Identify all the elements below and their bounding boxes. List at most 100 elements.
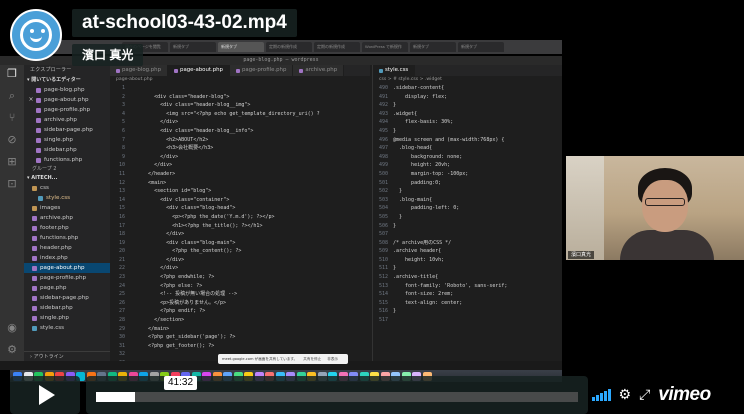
code-text: .blog-main{	[393, 196, 433, 203]
file-item[interactable]: archive.php	[24, 115, 110, 125]
code-text: </header>	[130, 170, 176, 177]
progress-bar[interactable]	[96, 392, 578, 402]
line-number: 504	[378, 205, 388, 212]
code-text: .archive header{	[393, 248, 442, 255]
code-line: 506}	[373, 222, 562, 231]
code-text: <h2>ABOUT</h2>	[130, 136, 209, 143]
file-item[interactable]: single.php	[24, 313, 110, 323]
file-item[interactable]: single.php	[24, 135, 110, 145]
file-item[interactable]: style.css	[24, 323, 110, 333]
code-line: 6 <div class="header-blog__info">	[110, 127, 370, 136]
file-item[interactable]: images	[24, 203, 110, 213]
file-item[interactable]: page-profile.php	[24, 273, 110, 283]
source-control-icon[interactable]: ⑂	[5, 111, 19, 125]
file-icon	[32, 315, 37, 321]
file-item[interactable]: css	[24, 183, 110, 193]
debug-icon[interactable]: ⊘	[5, 133, 19, 147]
gear-icon[interactable]: ⚙	[619, 388, 632, 402]
line-number: 493	[378, 110, 388, 117]
code-line: 503 .blog-main{	[373, 196, 562, 205]
play-button[interactable]	[10, 376, 80, 414]
file-item[interactable]: archive.php	[24, 213, 110, 223]
notification-text: meet.google.com が画面を共有しています。	[222, 357, 298, 361]
stop-sharing-button[interactable]: 共有を停止	[303, 354, 321, 364]
line-number: 515	[378, 299, 388, 306]
file-icon	[32, 245, 37, 251]
file-item[interactable]: style.css	[24, 193, 110, 203]
avatar[interactable]	[10, 9, 62, 61]
file-item[interactable]: page-profile.php	[24, 105, 110, 115]
play-icon	[39, 385, 55, 405]
code-text: <!-- 投稿が無い場合の処理 -->	[130, 291, 238, 298]
file-icon	[32, 285, 37, 291]
video-title[interactable]: at-school03-43-02.mp4	[72, 9, 297, 37]
fullscreen-icon[interactable]: ⤢	[639, 388, 650, 402]
code-line: 9 </div>	[110, 153, 370, 162]
video-owner[interactable]: 濱口 真光	[72, 44, 144, 66]
line-number: 510	[378, 256, 388, 263]
code-area[interactable]: 12 <div class="header-blog"> 3 <div class…	[110, 84, 370, 361]
line-number: 24	[118, 282, 125, 289]
account-icon[interactable]: ◉	[5, 321, 19, 335]
code-line: 11 </header>	[110, 170, 370, 179]
file-name: page-profile.php	[40, 275, 87, 281]
line-number: 21	[118, 256, 125, 263]
file-name: index.php	[40, 255, 68, 261]
file-name: single.php	[44, 137, 73, 143]
gear-icon[interactable]: ⚙	[5, 343, 19, 357]
workspace-header[interactable]: ▾ AITECH...	[24, 174, 110, 183]
line-number: 513	[378, 282, 388, 289]
code-text: </div>	[130, 265, 179, 272]
line-number: 18	[118, 231, 125, 238]
code-line: 491 display: flex;	[373, 93, 562, 102]
code-line: 7 <h2>ABOUT</h2>	[110, 136, 370, 145]
line-number: 31	[118, 342, 125, 349]
file-item[interactable]: functions.php	[24, 155, 110, 165]
file-item[interactable]: × page-about.php	[24, 95, 110, 105]
code-area[interactable]: 490 .sidebar-content{491 display: flex; 49…	[373, 84, 562, 325]
file-item[interactable]: functions.php	[24, 233, 110, 243]
line-number: 28	[118, 317, 125, 324]
code-line: 514 font-size: 2rem;	[373, 290, 562, 299]
code-text: <?php get_footer(); ?>	[130, 342, 215, 349]
vimeo-logo[interactable]: vimeo	[658, 384, 711, 406]
file-item[interactable]: page-about.php	[24, 263, 110, 273]
file-item[interactable]: sidebar.php	[24, 145, 110, 155]
file-item[interactable]: footer.php	[24, 223, 110, 233]
remote-icon[interactable]: ⊡	[5, 177, 19, 191]
code-text: <h1><?php the_title(); ?></h1>	[130, 222, 263, 229]
code-text: <main>	[130, 179, 167, 186]
file-item[interactable]: index.php	[24, 253, 110, 263]
file-item[interactable]: page.php	[24, 283, 110, 293]
file-icon	[32, 305, 37, 311]
search-icon[interactable]: ⌕	[5, 89, 19, 103]
line-number: 516	[378, 308, 388, 315]
line-number: 23	[118, 274, 125, 281]
file-name: page.php	[40, 285, 67, 291]
line-number: 498	[378, 153, 388, 160]
close-icon[interactable]: ×	[28, 95, 34, 105]
line-number: 8	[121, 145, 125, 152]
file-item[interactable]: header.php	[24, 243, 110, 253]
line-number: 499	[378, 162, 388, 169]
code-line: 26 <p>投稿がありません。</p>	[110, 299, 370, 308]
line-number: 16	[118, 213, 125, 220]
hide-button[interactable]: 非表示	[327, 354, 338, 364]
file-item[interactable]: sidebar.php	[24, 303, 110, 313]
extensions-icon[interactable]: ⊞	[5, 155, 19, 169]
outline-section[interactable]: › アウトライン	[24, 351, 110, 361]
code-line: 505 }	[373, 213, 562, 222]
code-text: .sidebar-content{	[393, 85, 445, 91]
code-text: <section id="blog">	[130, 188, 212, 195]
file-item[interactable]: page-blog.php	[24, 85, 110, 95]
code-text: <p>投稿がありません。</p>	[130, 299, 227, 306]
line-number: 11	[118, 170, 125, 177]
webcam-person-body	[620, 230, 714, 260]
file-item[interactable]: sidebar-page.php	[24, 293, 110, 303]
file-item[interactable]: sidebar-page.php	[24, 125, 110, 135]
code-text: <?php get_sidebar('page'); ?>	[130, 334, 236, 341]
volume-icon[interactable]	[592, 389, 611, 401]
file-icon	[36, 137, 41, 143]
right-controls: ⚙ ⤢ vimeo	[588, 376, 744, 414]
file-name: sidebar.php	[40, 305, 73, 311]
